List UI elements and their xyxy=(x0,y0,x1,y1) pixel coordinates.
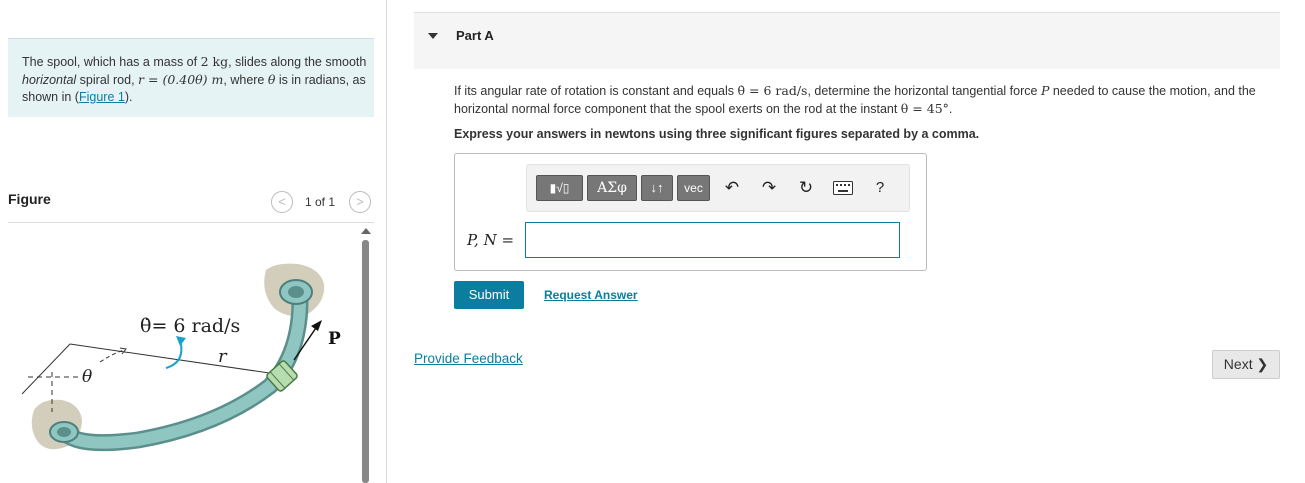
vector-button[interactable]: vec xyxy=(677,175,710,201)
request-answer-link[interactable]: Request Answer xyxy=(544,288,638,302)
undo-icon[interactable]: ↶ xyxy=(719,175,745,201)
subscript-button[interactable]: ↓↑ xyxy=(641,175,673,201)
chevron-left-icon: < xyxy=(278,194,286,209)
submit-button[interactable]: Submit xyxy=(454,281,524,309)
theta-label: θ xyxy=(82,367,92,387)
question-text-part: . xyxy=(948,102,953,116)
theta-arc xyxy=(99,349,125,363)
problem-statement-box: The spool, which has a mass of 2 kg, sli… xyxy=(8,38,374,117)
upper-rod-end-hole xyxy=(288,286,304,298)
angular-rate-label: θ̇= 6 rad/s xyxy=(140,315,240,337)
answer-box: ▮√▯ ΑΣφ ↓↑ vec ↶ ↷ ↻ ? P, N = xyxy=(454,153,927,271)
angle-value: θ = 45° xyxy=(900,101,949,116)
reset-icon[interactable]: ↻ xyxy=(793,175,819,201)
rotation-arrow xyxy=(165,339,183,369)
provide-feedback-link[interactable]: Provide Feedback xyxy=(414,351,523,366)
r-label: r xyxy=(218,346,228,367)
figure-next-button[interactable]: > xyxy=(349,191,371,213)
problem-text-part: , slides along the smooth xyxy=(228,55,367,69)
problem-text-part: ). xyxy=(124,90,133,104)
problem-text-part: The spool, which has a mass of xyxy=(22,55,201,69)
part-title: Part A xyxy=(456,28,494,43)
force-p-label: P xyxy=(328,329,341,349)
chevron-right-icon: > xyxy=(356,194,364,209)
redo-icon[interactable]: ↷ xyxy=(756,175,782,201)
rotation-arrowhead xyxy=(176,336,186,346)
next-button[interactable]: Next ❯ xyxy=(1212,350,1280,379)
caret-down-icon[interactable] xyxy=(428,33,438,39)
figure-link[interactable]: Figure 1 xyxy=(79,90,125,104)
templates-button[interactable]: ▮√▯ xyxy=(536,175,583,201)
answer-input[interactable] xyxy=(525,222,900,258)
mass-value: 2 kg xyxy=(200,54,229,69)
spiral-equation: r = (0.40θ) m xyxy=(138,72,224,87)
problem-text-part: , where xyxy=(223,73,268,87)
math-toolbar: ▮√▯ ΑΣφ ↓↑ vec ↶ ↷ ↻ ? xyxy=(526,164,910,212)
figure-pager: 1 of 1 xyxy=(305,195,336,209)
question-text-part: , determine the horizontal tangential fo… xyxy=(807,84,1041,98)
part-a-header[interactable]: Part A xyxy=(414,12,1280,69)
problem-emphasis: horizontal xyxy=(22,73,77,87)
figure-scrollbar[interactable] xyxy=(362,240,369,483)
lower-rod-end-hole xyxy=(57,427,71,437)
spool-spiral-rod-figure: P θ̇= 6 rad/s r θ xyxy=(21,263,341,452)
help-icon[interactable]: ? xyxy=(867,175,893,201)
answer-instructions: Express your answers in newtons using th… xyxy=(454,127,980,141)
figure-title: Figure xyxy=(8,191,51,207)
fraction-sqrt-icon: ▮√▯ xyxy=(549,181,570,195)
answer-label: P, N = xyxy=(467,231,515,249)
figure-prev-button[interactable]: < xyxy=(271,191,293,213)
question-text: If its angular rate of rotation is const… xyxy=(454,82,1284,118)
force-p-arrowhead xyxy=(311,320,322,331)
figure-header: Figure < 1 of 1 > xyxy=(8,188,374,223)
problem-text-part: spiral rod, xyxy=(76,73,139,87)
question-text-part: If its angular rate of rotation is const… xyxy=(454,84,738,98)
figure-scroll-up-arrow[interactable] xyxy=(361,228,371,234)
reference-axis-line xyxy=(21,343,71,395)
keyboard-icon[interactable] xyxy=(830,175,856,201)
angular-rate-value: θ̇ = 6 rad/s xyxy=(737,83,808,98)
greek-symbols-button[interactable]: ΑΣφ xyxy=(587,175,637,201)
problem-text: The spool, which has a mass of 2 kg, sli… xyxy=(22,53,367,106)
radius-line xyxy=(69,343,277,375)
column-divider xyxy=(386,0,387,483)
